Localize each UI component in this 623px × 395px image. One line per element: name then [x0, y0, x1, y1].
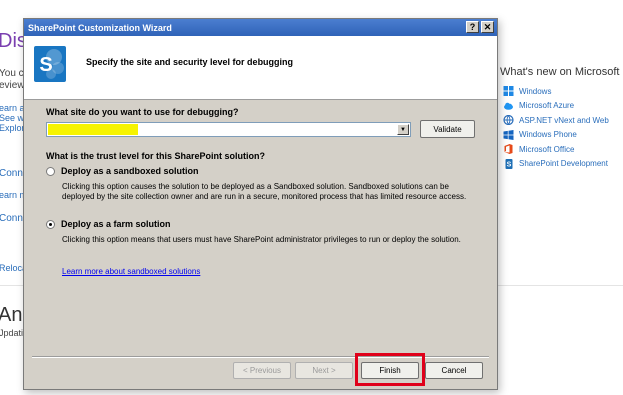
- site-url-input[interactable]: [48, 124, 396, 135]
- dialog-title: SharePoint Customization Wizard: [28, 22, 172, 33]
- farm-option-label: Deploy as a farm solution: [61, 219, 171, 229]
- whats-new-item[interactable]: S SharePoint Development: [500, 157, 623, 172]
- sandboxed-option-label: Deploy as a sandboxed solution: [61, 166, 199, 176]
- farm-option[interactable]: Deploy as a farm solution: [46, 219, 171, 229]
- whats-new-item[interactable]: Windows Phone: [500, 128, 623, 143]
- site-question-label: What site do you want to use for debuggi…: [46, 107, 239, 117]
- close-button[interactable]: ✕: [481, 21, 494, 33]
- sharepoint-icon: S: [505, 158, 513, 169]
- wizard-step-title: Specify the site and security level for …: [86, 57, 294, 67]
- dialog-titlebar[interactable]: SharePoint Customization Wizard ? ✕: [24, 19, 497, 36]
- whats-new-label: Microsoft Office: [519, 144, 575, 154]
- office-icon: [504, 144, 513, 155]
- screenshot-stage: Disc You c eview earn a See wh Explore C…: [0, 0, 623, 395]
- previous-button[interactable]: < Previous: [233, 362, 291, 379]
- sandboxed-option-description: Clicking this option causes the solution…: [62, 182, 467, 201]
- help-icon: ?: [469, 21, 476, 32]
- cancel-button[interactable]: Cancel: [425, 362, 483, 379]
- learn-more-link[interactable]: Learn more about sandboxed solutions: [62, 267, 200, 276]
- sandboxed-radio[interactable]: [46, 166, 55, 176]
- close-icon: ✕: [483, 21, 492, 32]
- farm-option-description: Clicking this option means that users mu…: [62, 235, 461, 244]
- whats-new-list: Windows Microsoft Azure ASP.NET vNext an…: [500, 84, 623, 171]
- wizard-header: S Specify the site and security level fo…: [24, 36, 497, 100]
- whats-new-label: Windows Phone: [519, 130, 577, 140]
- whats-new-item[interactable]: Microsoft Azure: [500, 99, 623, 114]
- whats-new-label: ASP.NET vNext and Web: [519, 115, 609, 125]
- svg-text:S: S: [39, 54, 52, 76]
- trust-question-label: What is the trust level for this SharePo…: [46, 151, 266, 161]
- chevron-down-icon[interactable]: ▼: [397, 124, 409, 135]
- whats-new-label: Microsoft Azure: [519, 101, 575, 111]
- whats-new-label: Windows: [519, 86, 552, 96]
- farm-radio[interactable]: [46, 219, 55, 229]
- site-url-combobox[interactable]: ▼: [46, 122, 411, 137]
- sandboxed-option[interactable]: Deploy as a sandboxed solution: [46, 166, 199, 176]
- whats-new-panel: What's new on Microsoft Windows Microsof…: [500, 66, 623, 171]
- background-text: eview: [0, 80, 25, 91]
- whats-new-title: What's new on Microsoft: [500, 66, 620, 78]
- next-button[interactable]: Next >: [295, 362, 353, 379]
- whats-new-item[interactable]: Microsoft Office: [500, 142, 623, 157]
- background-text: You c: [0, 68, 24, 79]
- whats-new-label: SharePoint Development: [519, 159, 608, 169]
- windows-phone-icon: [503, 129, 514, 140]
- finish-button[interactable]: Finish: [361, 362, 419, 379]
- svg-text:S: S: [507, 161, 512, 168]
- customization-wizard-dialog: SharePoint Customization Wizard ? ✕ S Sp…: [23, 18, 498, 390]
- azure-cloud-icon: [504, 102, 513, 110]
- help-button[interactable]: ?: [466, 21, 479, 33]
- windows-icon: [503, 86, 514, 97]
- whats-new-item[interactable]: Windows: [500, 84, 623, 99]
- aspnet-icon: [503, 115, 514, 126]
- background-link[interactable]: earn a: [0, 103, 25, 113]
- validate-button[interactable]: Validate: [420, 120, 475, 138]
- sharepoint-logo-icon: S: [34, 46, 66, 82]
- whats-new-item[interactable]: ASP.NET vNext and Web: [500, 113, 623, 128]
